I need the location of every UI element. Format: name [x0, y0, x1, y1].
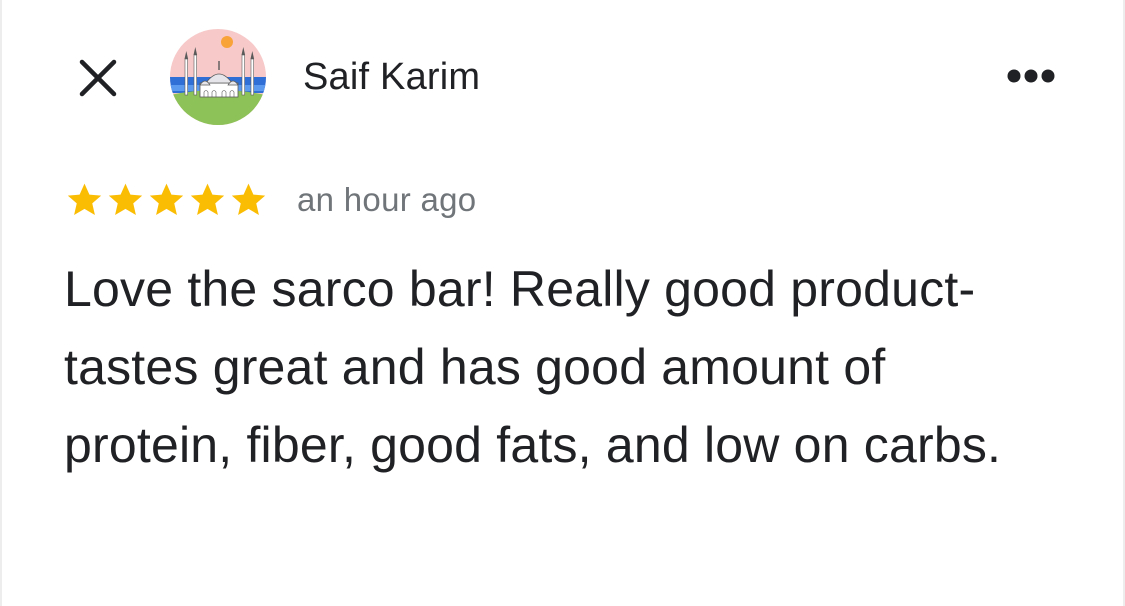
review-detail-page: Saif Karim an hour ago Love the sarco ba…	[0, 0, 1125, 606]
avatar[interactable]	[170, 29, 266, 125]
review-text: Love the sarco bar! Really good product-…	[64, 261, 1002, 473]
star-icon	[108, 183, 143, 215]
rating-row: an hour ago	[64, 178, 476, 222]
mosque-illustration-avatar	[170, 29, 266, 125]
star-icon	[231, 183, 266, 215]
author-name[interactable]: Saif Karim	[303, 54, 480, 100]
review-header: Saif Karim	[2, 0, 1125, 150]
close-button[interactable]	[72, 52, 124, 104]
star-rating	[64, 180, 269, 220]
more-horizontal-icon	[1007, 69, 1055, 83]
star-icon	[149, 183, 184, 215]
star-icon	[190, 183, 225, 215]
star-icon	[67, 183, 102, 215]
review-timestamp: an hour ago	[297, 181, 477, 218]
more-options-button[interactable]	[1000, 56, 1062, 96]
close-icon	[79, 59, 117, 97]
